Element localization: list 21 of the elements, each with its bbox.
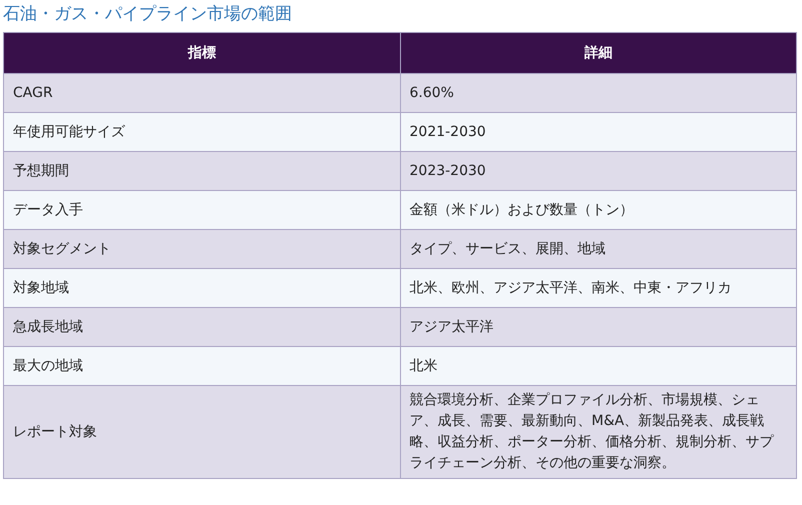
- table-cell: 2021-2030: [400, 112, 796, 152]
- table-cell: 北米、欧州、アジア太平洋、南米、中東・アフリカ: [400, 268, 796, 308]
- section-title: 石油・ガス・パイプライン市場の範囲: [3, 3, 293, 26]
- table-cell: レポート対象: [4, 386, 400, 478]
- table-cell: 2023-2030: [400, 152, 796, 190]
- column-header: 詳細: [400, 32, 796, 74]
- table-cell: データ入手: [4, 190, 400, 230]
- table-cell: 対象地域: [4, 268, 400, 308]
- table-cell: 北米: [400, 346, 796, 386]
- table-cell: 6.60%: [400, 74, 796, 112]
- table-cell: 急成長地域: [4, 308, 400, 346]
- table-cell: CAGR: [4, 74, 400, 112]
- table-cell: 競合環境分析、企業プロファイル分析、市場規模、シェア、成長、需要、最新動向、M&A、新製品発表、成長戦略、収益分析、ポーター分析、価格分析、規制分析、サプライチェーン分析、その他の重要な洞察。: [400, 386, 796, 478]
- table-cell: 年使用可能サイズ: [4, 112, 400, 152]
- column-header: 指標: [4, 32, 400, 74]
- table-cell: 最大の地域: [4, 346, 400, 386]
- table-cell: アジア太平洋: [400, 308, 796, 346]
- table-cell: タイプ、サービス、展開、地域: [400, 230, 796, 268]
- table-cell: 予想期間: [4, 152, 400, 190]
- table-cell: 対象セグメント: [4, 230, 400, 268]
- table-cell: 金額（米ドル）および数量（トン）: [400, 190, 796, 230]
